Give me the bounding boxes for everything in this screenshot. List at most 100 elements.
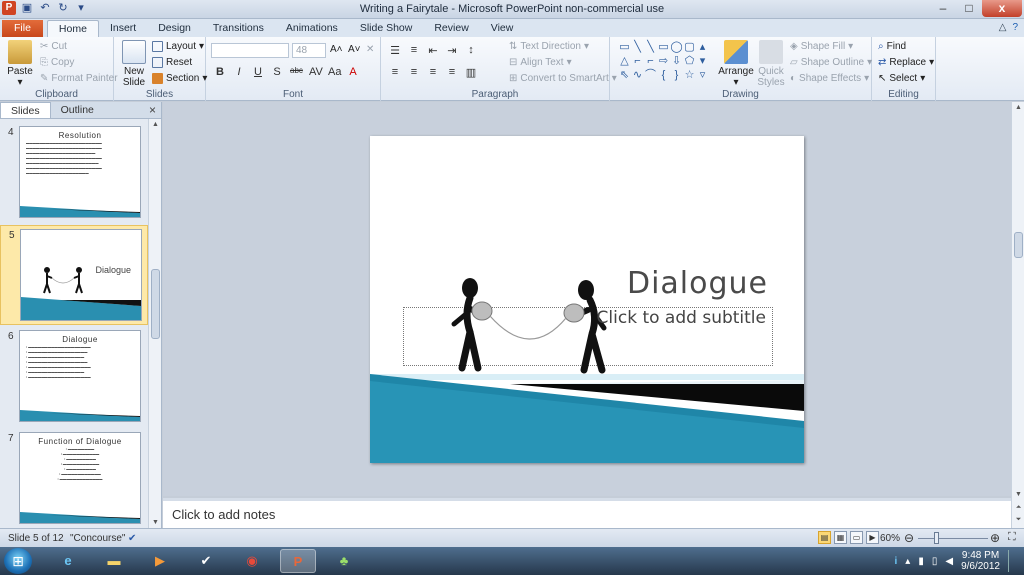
more-shapes-icon[interactable]: ▿ xyxy=(696,68,709,82)
main-scrollbar[interactable]: ▲ ▼ ⏶ ⏷ xyxy=(1011,102,1024,528)
scroll-down-arrow-icon[interactable]: ▼ xyxy=(1012,491,1024,498)
align-left-icon[interactable]: ≡ xyxy=(389,66,401,79)
tab-design[interactable]: Design xyxy=(147,20,202,37)
notes-pane[interactable]: Click to add notes xyxy=(163,498,1011,528)
oval-shape-icon[interactable]: ◯ xyxy=(670,40,683,54)
paste-button[interactable]: Paste ▾ xyxy=(5,40,35,88)
format-painter-button[interactable]: ✎ Format Painter xyxy=(40,73,118,84)
tab-animations[interactable]: Animations xyxy=(275,20,349,37)
tab-slides[interactable]: Slides xyxy=(0,102,51,118)
triangle-shape-icon[interactable]: △ xyxy=(618,54,631,68)
replace-button[interactable]: ⇄ Replace ▾ xyxy=(878,57,934,68)
quick-styles-button[interactable]: Quick Styles xyxy=(754,40,788,88)
strikethrough-button[interactable]: abc xyxy=(290,66,303,78)
notes-placeholder[interactable]: Click to add notes xyxy=(172,507,275,522)
justify-icon[interactable]: ≡ xyxy=(446,66,458,79)
shape-outline-button[interactable]: ▱ Shape Outline ▾ xyxy=(790,57,872,68)
tab-file[interactable]: File xyxy=(2,20,43,37)
slide-canvas[interactable]: Dialogue Click to add subtitle xyxy=(370,136,804,463)
slide-sorter-icon[interactable]: ▦ xyxy=(834,531,847,544)
rect-shape-icon[interactable]: ▭ xyxy=(657,40,670,54)
brace-right-shape-icon[interactable]: } xyxy=(670,68,683,82)
tab-view[interactable]: View xyxy=(480,20,525,37)
select-button[interactable]: ↖ Select ▾ xyxy=(878,73,925,84)
help-tray-icon[interactable]: i xyxy=(895,556,898,567)
star-shape-icon[interactable]: ☆ xyxy=(683,68,696,82)
decrease-indent-icon[interactable]: ⇤ xyxy=(427,44,439,57)
previous-slide-icon[interactable]: ⏶ xyxy=(1012,504,1024,512)
checkmark-app-icon[interactable]: ✔ xyxy=(188,549,224,573)
char-spacing-button[interactable]: AV xyxy=(309,66,323,78)
align-text-button[interactable]: ⊟ Align Text ▾ xyxy=(509,57,572,68)
network-icon[interactable]: ▮ xyxy=(918,556,924,567)
scroll-down-icon[interactable]: ▾ xyxy=(696,54,709,68)
font-name-field[interactable] xyxy=(211,43,289,58)
new-slide-button[interactable]: New Slide xyxy=(118,40,150,88)
font-color-button[interactable]: A xyxy=(347,66,359,78)
tab-slide-show[interactable]: Slide Show xyxy=(349,20,424,37)
tab-outline[interactable]: Outline xyxy=(51,102,104,118)
scroll-up-arrow-icon[interactable]: ▲ xyxy=(1012,104,1024,111)
grow-font-button[interactable]: A˄ xyxy=(330,44,343,55)
tray-arrow-icon[interactable]: ▴ xyxy=(905,556,910,567)
scrollbar-thumb[interactable] xyxy=(151,269,160,339)
subtitle-placeholder[interactable]: Click to add subtitle xyxy=(597,308,766,328)
start-button-icon[interactable]: ⊞ xyxy=(4,548,32,574)
shapes-gallery[interactable]: ▭ ╲ ╲ ▭ ◯ ▢ ▴ △ ⌐ ⌐ ⇨ ⇩ ⬠ ▾ ⇖ ∿ ⌒{} ☆ ▿ xyxy=(618,40,710,84)
elbow-shape-icon[interactable]: ⌐ xyxy=(631,54,644,68)
pentagon-shape-icon[interactable]: ⬠ xyxy=(683,54,696,68)
thumbnail-slide-7[interactable]: 7 Function of Dialogue • ▬▬▬▬▬▬▬▬ • ▬▬▬▬… xyxy=(0,429,148,528)
line2-shape-icon[interactable]: ╲ xyxy=(644,40,657,54)
zoom-level[interactable]: 60% xyxy=(880,533,900,544)
arrow-shape-icon[interactable]: ⇖ xyxy=(618,68,631,82)
slideshow-view-icon[interactable]: ▶ xyxy=(866,531,879,544)
tab-home[interactable]: Home xyxy=(46,20,99,37)
fit-slide-icon[interactable]: ⛶ xyxy=(1008,531,1016,544)
close-pane-icon[interactable]: × xyxy=(149,103,156,117)
zoom-slider[interactable] xyxy=(918,538,988,539)
find-button[interactable]: ⌕ Find xyxy=(878,41,906,52)
show-desktop-button[interactable] xyxy=(1008,550,1016,572)
font-size-field[interactable]: 48 xyxy=(292,43,326,58)
italic-button[interactable]: I xyxy=(233,66,245,78)
elbow2-shape-icon[interactable]: ⌐ xyxy=(644,54,657,68)
reset-button[interactable]: Reset xyxy=(152,57,192,68)
power-icon[interactable]: ▯ xyxy=(932,556,938,567)
arrange-button[interactable]: Arrange ▾ xyxy=(718,40,754,88)
zoom-out-icon[interactable]: ⊖ xyxy=(904,531,914,545)
internet-explorer-icon[interactable]: e xyxy=(50,549,86,573)
scrollbar-thumb[interactable] xyxy=(1014,232,1023,258)
underline-button[interactable]: U xyxy=(252,66,264,78)
scroll-down-arrow-icon[interactable]: ▼ xyxy=(149,519,162,526)
cut-button[interactable]: ✂ Cut xyxy=(40,41,67,52)
thumbnail-slide-5[interactable]: 5 Dialogue xyxy=(0,225,148,325)
minimize-ribbon-icon[interactable]: △ xyxy=(999,22,1007,33)
textbox-shape-icon[interactable]: ▭ xyxy=(618,40,631,54)
reading-view-icon[interactable]: ▭ xyxy=(850,531,863,544)
bullets-icon[interactable]: ☰ xyxy=(389,44,401,57)
shrink-font-button[interactable]: A˅ xyxy=(348,44,361,55)
increase-indent-icon[interactable]: ⇥ xyxy=(446,44,458,57)
arrow-right-shape-icon[interactable]: ⇨ xyxy=(657,54,670,68)
columns-icon[interactable]: ▥ xyxy=(465,66,477,79)
copy-button[interactable]: ⎘ Copy xyxy=(40,57,74,68)
scroll-up-icon[interactable]: ▴ xyxy=(696,40,709,54)
brace-left-shape-icon[interactable]: { xyxy=(657,68,670,82)
next-slide-icon[interactable]: ⏷ xyxy=(1012,516,1024,524)
file-explorer-icon[interactable]: ▬ xyxy=(96,549,132,573)
line-shape-icon[interactable]: ╲ xyxy=(631,40,644,54)
scroll-up-arrow-icon[interactable]: ▲ xyxy=(149,121,162,128)
tab-transitions[interactable]: Transitions xyxy=(202,20,275,37)
text-direction-button[interactable]: ⇅ Text Direction ▾ xyxy=(509,41,589,52)
spellcheck-icon[interactable]: ✔ xyxy=(128,533,136,544)
curve-shape-icon[interactable]: ∿ xyxy=(631,68,644,82)
align-right-icon[interactable]: ≡ xyxy=(427,66,439,79)
align-center-icon[interactable]: ≡ xyxy=(408,66,420,79)
game-app-icon[interactable]: ♣ xyxy=(326,549,362,573)
layout-button[interactable]: Layout ▾ xyxy=(152,41,204,52)
tab-insert[interactable]: Insert xyxy=(99,20,147,37)
numbering-icon[interactable]: ≡ xyxy=(408,44,420,57)
shape-effects-button[interactable]: ◐ Shape Effects ▾ xyxy=(790,73,869,84)
shape-fill-button[interactable]: ◈ Shape Fill ▾ xyxy=(790,41,853,52)
clear-format-icon[interactable]: ✕ xyxy=(366,44,374,55)
